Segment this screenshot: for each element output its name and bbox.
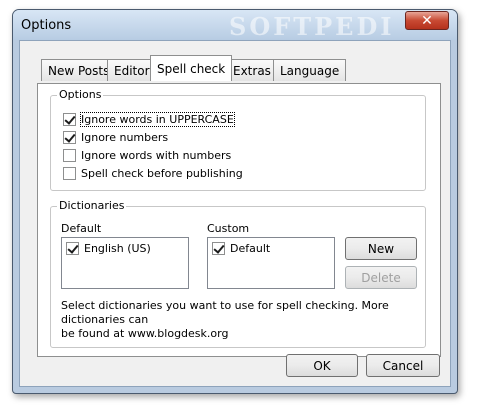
group-title: Dictionaries [57,199,127,212]
tab-new-posts[interactable]: New Posts [41,59,117,81]
tab-label: Editor [114,63,150,78]
hint-line: Select dictionaries you want to use for … [61,299,389,326]
checkbox-label: Spell check before publishing [81,166,243,180]
checkbox-label: Ignore words in UPPERCASE [80,111,235,127]
options-dialog: SOFTPEDI Options ✕ New Posts Editor Spel… [12,9,458,394]
default-dictionaries-list[interactable]: English (US) [61,237,189,289]
default-dictionaries-label: Default [61,222,102,235]
tab-spell-check[interactable]: Spell check [150,55,233,81]
list-item-label: Default [230,242,271,255]
close-icon: ✕ [421,12,433,29]
options-group: Options Ignore words in UPPERCASE Ignore… [50,88,426,191]
tab-language[interactable]: Language [273,59,347,81]
delete-dictionary-button[interactable]: Delete [345,266,417,289]
checkbox-checked-icon [63,130,76,144]
list-item[interactable]: Default [212,242,270,255]
button-label: New [367,241,395,256]
spell-check-panel: Options Ignore words in UPPERCASE Ignore… [37,83,441,357]
ok-button[interactable]: OK [286,354,358,377]
watermark: SOFTPEDI [229,12,395,41]
ignore-words-with-numbers-checkbox[interactable]: Ignore words with numbers [63,147,231,163]
button-label: Delete [361,270,401,285]
custom-dictionaries-label: Custom [207,222,250,235]
ignore-uppercase-checkbox[interactable]: Ignore words in UPPERCASE [63,111,235,127]
close-button[interactable]: ✕ [405,11,449,30]
button-label: Cancel [382,358,424,373]
checkbox-checked-icon[interactable] [66,242,79,255]
tab-label: New Posts [48,63,110,78]
checkbox-checked-icon [63,112,76,126]
list-item-label: English (US) [84,242,151,255]
spell-check-before-publishing-checkbox[interactable]: Spell check before publishing [63,165,243,181]
window-title: Options [21,18,72,33]
new-dictionary-button[interactable]: New [345,237,417,260]
tab-label: Language [280,63,340,78]
dictionaries-hint: Select dictionaries you want to use for … [61,299,431,341]
checkbox-label: Ignore numbers [81,130,169,144]
checkbox-unchecked-icon [63,148,76,162]
checkbox-label: Ignore words with numbers [81,148,232,162]
hint-line: be found at www.blogdesk.org [61,327,229,340]
group-title: Options [57,88,104,101]
checkbox-unchecked-icon [63,166,76,180]
list-item[interactable]: English (US) [66,242,151,255]
cancel-button[interactable]: Cancel [366,354,440,377]
dialog-body: New Posts Editor Spell check Extras Lang… [19,40,451,387]
button-label: OK [313,358,331,373]
tab-extras[interactable]: Extras [226,59,278,81]
title-bar[interactable]: SOFTPEDI Options ✕ [13,10,457,41]
tab-label: Spell check [157,61,226,76]
dictionaries-group: Dictionaries Default English (US) Custom… [50,199,426,348]
checkbox-checked-icon[interactable] [212,242,225,255]
tab-label: Extras [233,63,271,78]
ignore-numbers-checkbox[interactable]: Ignore numbers [63,129,168,145]
custom-dictionaries-list[interactable]: Default [207,237,335,289]
